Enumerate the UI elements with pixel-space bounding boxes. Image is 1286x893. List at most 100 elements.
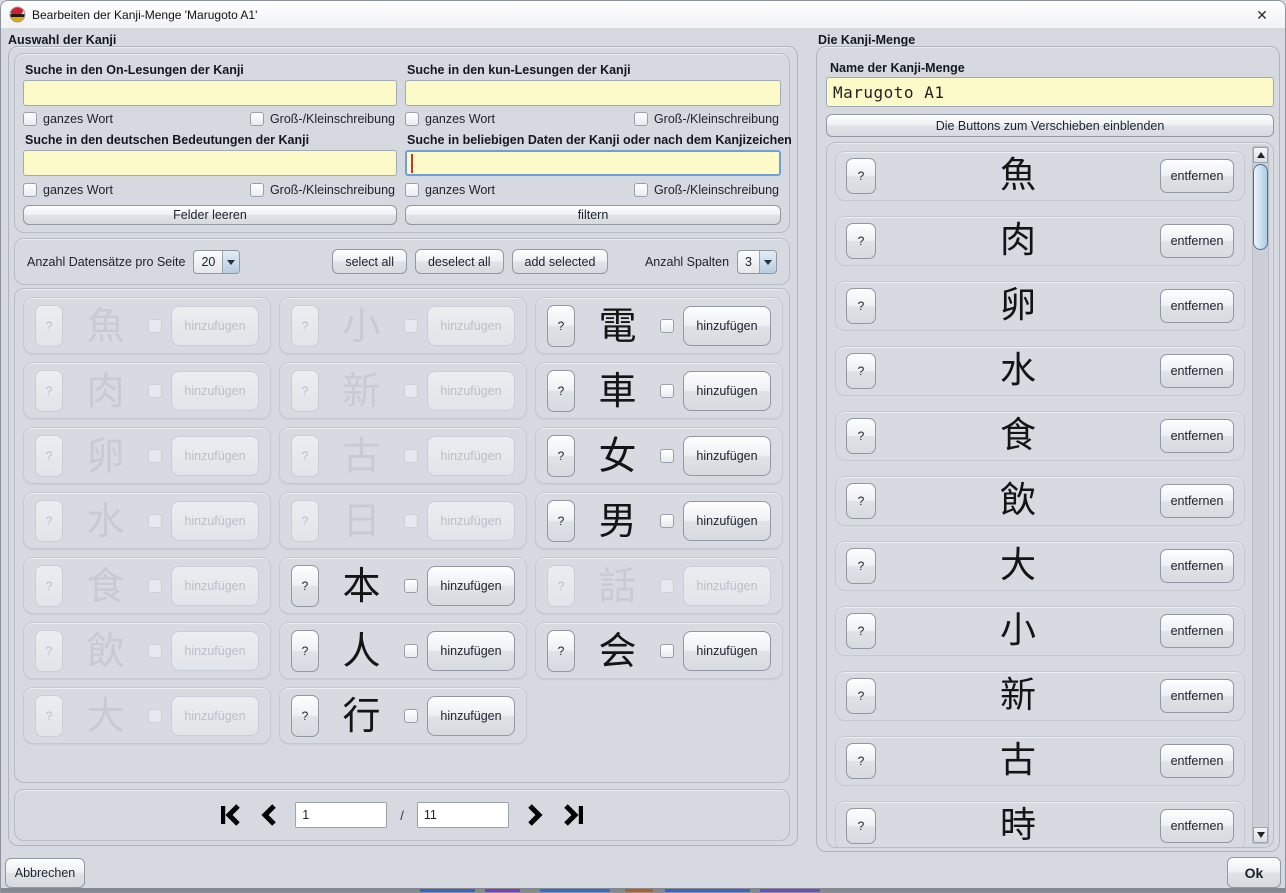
kanji-info-button[interactable]: ? <box>846 483 876 519</box>
checkbox-icon[interactable] <box>634 183 648 197</box>
show-move-buttons-button[interactable]: Die Buttons zum Verschieben einblenden <box>826 114 1274 137</box>
kanji-select-checkbox[interactable] <box>404 709 418 723</box>
kanji-info-button[interactable]: ? <box>547 370 575 412</box>
kanji-info-button[interactable]: ? <box>846 613 876 649</box>
columns-select[interactable]: 3 <box>737 250 777 274</box>
ok-button[interactable]: Ok <box>1227 857 1281 888</box>
add-kanji-button[interactable]: hinzufügen <box>683 501 771 541</box>
add-kanji-button[interactable]: hinzufügen <box>427 566 515 606</box>
scroll-down-icon[interactable] <box>1253 827 1268 843</box>
case-sensitive-option[interactable]: Groß-/Kleinschreibung <box>250 183 395 197</box>
kanji-info-button[interactable]: ? <box>547 630 575 672</box>
checkbox-icon[interactable] <box>405 183 419 197</box>
checkbox-icon[interactable] <box>250 112 264 126</box>
remove-kanji-button[interactable]: entfernen <box>1160 809 1234 843</box>
add-kanji-button[interactable]: hinzufügen <box>683 306 771 346</box>
kanji-select-checkbox[interactable] <box>660 384 674 398</box>
scroll-up-icon[interactable] <box>1253 147 1268 163</box>
kanji-set-row: ?新entfernen <box>835 671 1245 721</box>
kanji-set-row: ?肉entfernen <box>835 216 1245 266</box>
remove-kanji-button[interactable]: entfernen <box>1160 289 1234 323</box>
remove-kanji-button[interactable]: entfernen <box>1160 419 1234 453</box>
text-caret <box>411 154 413 173</box>
add-selected-button[interactable]: add selected <box>512 249 609 274</box>
kanji-info-button[interactable]: ? <box>291 630 319 672</box>
set-name-input[interactable] <box>826 77 1274 107</box>
remove-kanji-button[interactable]: entfernen <box>1160 484 1234 518</box>
checkbox-icon[interactable] <box>405 112 419 126</box>
first-page-button[interactable] <box>217 802 243 828</box>
remove-kanji-button[interactable]: entfernen <box>1160 614 1234 648</box>
case-sensitive-option[interactable]: Groß-/Kleinschreibung <box>250 112 395 126</box>
add-kanji-button[interactable]: hinzufügen <box>683 436 771 476</box>
kanji-info-button[interactable]: ? <box>846 743 876 779</box>
kanji-select-checkbox[interactable] <box>404 579 418 593</box>
kanji-results-section: ?魚hinzufügen?小hinzufügen?電hinzufügen?肉hi… <box>14 288 790 783</box>
kanji-glyph: 古 <box>884 743 1152 779</box>
any-data-input[interactable] <box>405 150 781 176</box>
kanji-info-button[interactable]: ? <box>846 548 876 584</box>
case-sensitive-option[interactable]: Groß-/Kleinschreibung <box>634 112 779 126</box>
german-meanings-input[interactable] <box>23 150 397 176</box>
select-all-button[interactable]: select all <box>332 249 407 274</box>
remove-kanji-button[interactable]: entfernen <box>1160 224 1234 258</box>
remove-kanji-button[interactable]: entfernen <box>1160 159 1234 193</box>
kanji-info-button[interactable]: ? <box>846 808 876 844</box>
kanji-info-button[interactable]: ? <box>846 288 876 324</box>
search-column-right: Suche in den kun-Lesungen der Kanji ganz… <box>405 61 781 225</box>
kanji-select-checkbox[interactable] <box>660 514 674 528</box>
kanji-info-button[interactable]: ? <box>547 305 575 347</box>
remove-kanji-button[interactable]: entfernen <box>1160 549 1234 583</box>
checkbox-icon[interactable] <box>634 112 648 126</box>
whole-word-option[interactable]: ganzes Wort <box>405 112 495 126</box>
kanji-select-checkbox <box>148 709 162 723</box>
kun-readings-input[interactable] <box>405 80 781 106</box>
kanji-select-checkbox <box>148 384 162 398</box>
kanji-select-checkbox[interactable] <box>660 644 674 658</box>
add-kanji-button: hinzufügen <box>171 696 259 736</box>
scrollbar-track[interactable] <box>1252 146 1269 844</box>
page-size-select[interactable]: 20 <box>193 250 240 274</box>
checkbox-icon[interactable] <box>250 183 264 197</box>
on-readings-input[interactable] <box>23 80 397 106</box>
kanji-select-checkbox <box>148 579 162 593</box>
close-icon[interactable]: ✕ <box>1252 5 1272 25</box>
kanji-set-list-section: ?魚entfernen?肉entfernen?卵entfernen?水entfe… <box>826 142 1274 848</box>
whole-word-option[interactable]: ganzes Wort <box>23 183 113 197</box>
kanji-info-button[interactable]: ? <box>846 418 876 454</box>
kanji-select-checkbox[interactable] <box>404 644 418 658</box>
kanji-info-button[interactable]: ? <box>547 435 575 477</box>
kanji-glyph: 飲 <box>72 632 139 670</box>
remove-kanji-button[interactable]: entfernen <box>1160 679 1234 713</box>
cancel-button[interactable]: Abbrechen <box>5 858 85 888</box>
last-page-button[interactable] <box>561 802 587 828</box>
whole-word-option[interactable]: ganzes Wort <box>23 112 113 126</box>
kanji-select-checkbox[interactable] <box>660 319 674 333</box>
kanji-info-button[interactable]: ? <box>846 223 876 259</box>
add-kanji-button[interactable]: hinzufügen <box>427 631 515 671</box>
add-kanji-button[interactable]: hinzufügen <box>683 631 771 671</box>
kanji-info-button[interactable]: ? <box>846 353 876 389</box>
case-sensitive-option[interactable]: Groß-/Kleinschreibung <box>634 183 779 197</box>
current-page-input[interactable] <box>295 802 387 828</box>
add-kanji-button[interactable]: hinzufügen <box>683 371 771 411</box>
remove-kanji-button[interactable]: entfernen <box>1160 354 1234 388</box>
deselect-all-button[interactable]: deselect all <box>415 249 504 274</box>
kanji-info-button[interactable]: ? <box>846 678 876 714</box>
whole-word-option[interactable]: ganzes Wort <box>405 183 495 197</box>
checkbox-icon[interactable] <box>23 112 37 126</box>
previous-page-button[interactable] <box>256 802 282 828</box>
kanji-info-button[interactable]: ? <box>291 695 319 737</box>
checkbox-icon[interactable] <box>23 183 37 197</box>
kanji-info-button[interactable]: ? <box>291 565 319 607</box>
clear-fields-button[interactable]: Felder leeren <box>23 205 397 225</box>
next-page-button[interactable] <box>522 802 548 828</box>
kanji-info-button[interactable]: ? <box>846 158 876 194</box>
scrollbar-thumb[interactable] <box>1253 164 1268 250</box>
kanji-info-button[interactable]: ? <box>547 500 575 542</box>
add-kanji-button[interactable]: hinzufügen <box>427 696 515 736</box>
kanji-select-checkbox[interactable] <box>660 449 674 463</box>
filter-button[interactable]: filtern <box>405 205 781 225</box>
remove-kanji-button[interactable]: entfernen <box>1160 744 1234 778</box>
total-pages-input[interactable] <box>417 802 509 828</box>
